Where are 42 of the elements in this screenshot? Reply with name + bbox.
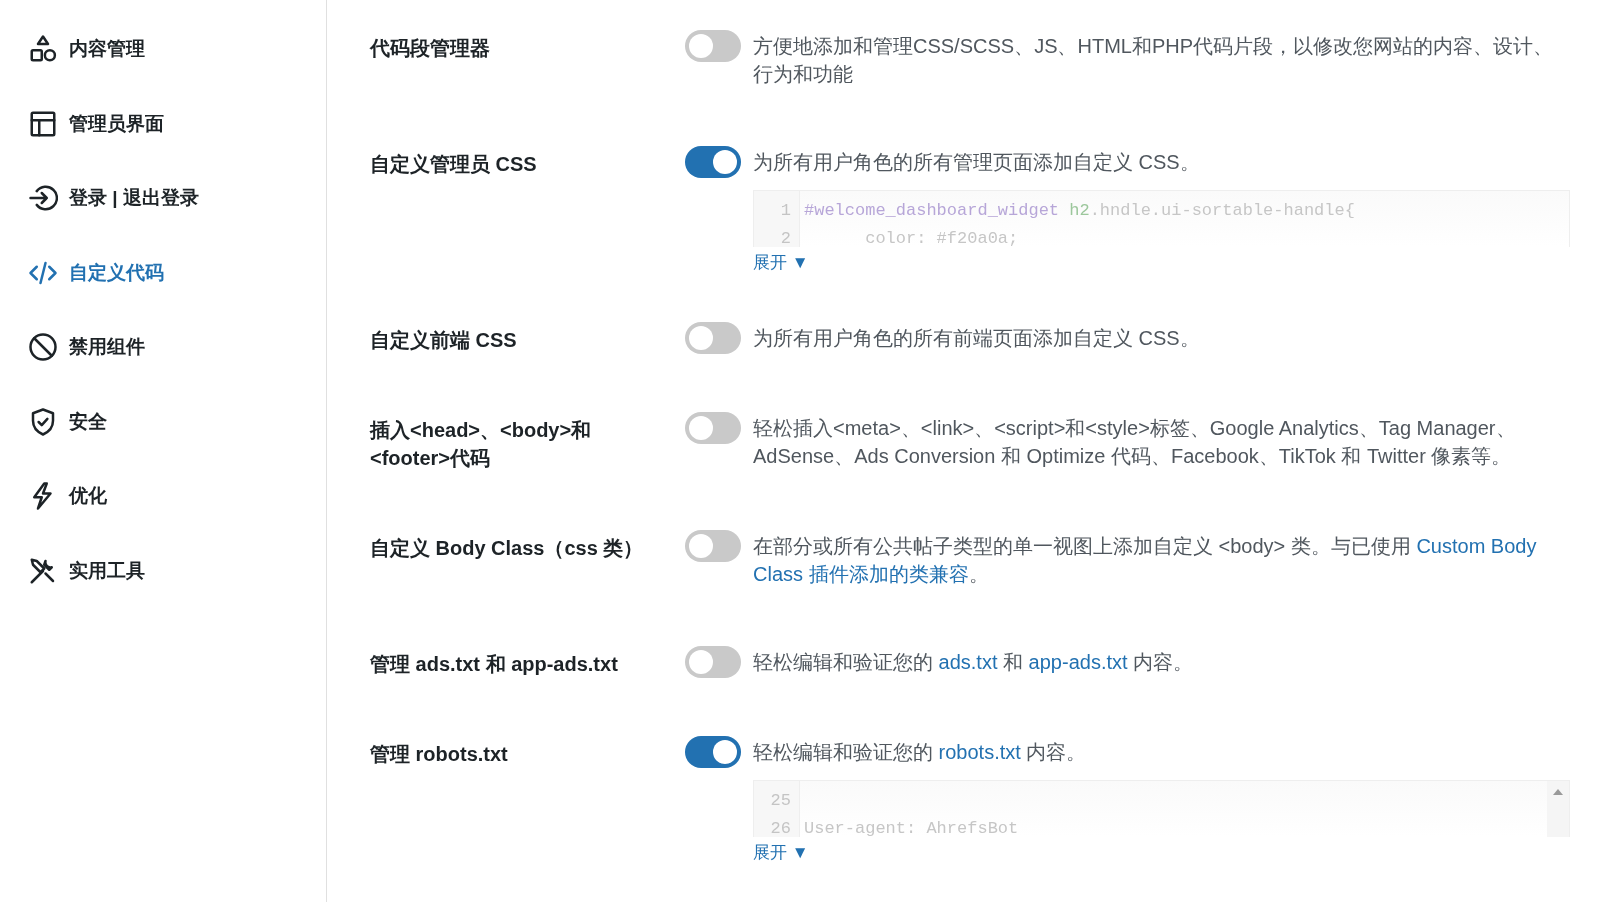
toggle-switch[interactable] bbox=[685, 322, 741, 354]
sidebar-item[interactable]: 实用工具 bbox=[28, 533, 326, 608]
scrollbar[interactable] bbox=[1547, 781, 1569, 837]
sidebar-item[interactable]: 安全 bbox=[28, 384, 326, 459]
code-line: User-agent: AhrefsBot bbox=[804, 819, 1019, 837]
toggle-switch[interactable] bbox=[685, 646, 741, 678]
sidebar-item[interactable]: 内容管理 bbox=[28, 12, 326, 87]
expand-link[interactable]: 展开 ▼ bbox=[753, 841, 809, 864]
setting-label: 插入<head>、<body>和<footer>代码 bbox=[370, 418, 593, 471]
toggle-switch[interactable] bbox=[685, 530, 741, 562]
expand-link[interactable]: 展开 ▼ bbox=[753, 251, 809, 274]
link[interactable]: Custom Body bbox=[1416, 535, 1537, 557]
setting-description: 方便地添加和管理CSS/SCSS、JS、HTML和PHP代码片段，以修改您网站的内容、设计、行为和功能 bbox=[753, 34, 1555, 87]
setting-description: 为所有用户角色的所有管理页面添加自定义 CSS。 bbox=[753, 150, 1201, 175]
sidebar-item[interactable]: 管理员界面 bbox=[28, 86, 326, 161]
setting-description: 轻松编辑和验证您的 ads.txt 和 app-ads.txt 内容。 bbox=[753, 650, 1195, 675]
setting-label: 代码段管理器 bbox=[370, 36, 491, 61]
setting-description: 为所有用户角色的所有前端页面添加自定义 CSS。 bbox=[753, 326, 1201, 351]
link[interactable]: Class 插件添加的类兼容 bbox=[753, 563, 969, 585]
setting-label: 自定义 Body Class（css 类） bbox=[370, 536, 645, 561]
code-line: color: #f20a0a; bbox=[864, 229, 1019, 247]
sidebar-item[interactable]: 自定义代码 bbox=[28, 235, 326, 310]
link[interactable]: app-ads.txt bbox=[1028, 651, 1128, 673]
toggle-switch[interactable] bbox=[685, 412, 741, 444]
setting-label: 自定义前端 CSS bbox=[370, 328, 518, 353]
setting-label: 管理 ads.txt 和 app-ads.txt bbox=[370, 652, 619, 677]
setting-description: 轻松插入<meta>、<link>、<script>和<style>标签、Google Analytics、Tag Manager、AdSense、Ads Conversion 和 Optimize 代码、Facebook、TikTok 和 Twitter 像素等。 bbox=[753, 416, 1517, 469]
toggle-switch[interactable] bbox=[685, 30, 741, 62]
shapes-icon bbox=[28, 34, 58, 65]
sidebar-item[interactable]: 优化 bbox=[28, 459, 326, 534]
setting-description: 轻松编辑和验证您的 robots.txt 内容。 bbox=[753, 740, 1088, 765]
scroll-up-icon[interactable] bbox=[1553, 789, 1563, 795]
toggle-switch[interactable] bbox=[685, 146, 741, 178]
sidebar-item[interactable]: 登录 | 退出登录 bbox=[28, 161, 326, 236]
setting-label: 管理 robots.txt bbox=[370, 742, 509, 767]
ban-icon bbox=[28, 332, 58, 363]
link[interactable]: ads.txt bbox=[938, 651, 998, 673]
sidebar-item[interactable]: 禁用组件 bbox=[28, 310, 326, 385]
link[interactable]: robots.txt bbox=[938, 741, 1021, 763]
setting-description: 在部分或所有公共帖子类型的单一视图上添加自定义 <body> 类。与已使用 Custom Body Class 插件添加的类兼容。 bbox=[753, 534, 1538, 587]
setting-label: 自定义管理员 CSS bbox=[370, 152, 538, 177]
toggle-switch[interactable] bbox=[685, 736, 741, 768]
